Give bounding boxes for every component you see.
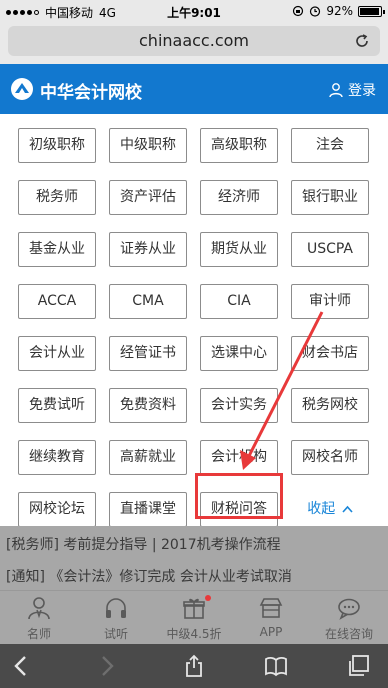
login-button[interactable]: 登录 <box>328 80 376 100</box>
tab-label: 中级4.5折 <box>166 627 222 641</box>
tab-label: 名师 <box>26 627 51 641</box>
logo-icon <box>11 78 33 100</box>
login-label: 登录 <box>348 83 376 99</box>
site-header: 中华会计网校 登录 <box>0 64 388 114</box>
news-item[interactable]: [税务师] 考前提分指导 | 2017机考操作流程 <box>6 534 281 554</box>
address-bar[interactable]: chinaacc.com <box>8 26 380 56</box>
tab-app[interactable]: APP <box>232 595 310 639</box>
bookmarks-icon[interactable] <box>264 654 288 678</box>
tab-label: 在线咨询 <box>324 627 373 641</box>
category-button[interactable]: 基金从业 <box>18 232 96 267</box>
category-button[interactable]: 直播课堂 <box>109 492 187 527</box>
collapse-label: 收起 <box>307 501 336 517</box>
category-button[interactable]: 资产评估 <box>109 180 187 215</box>
battery-icon <box>358 5 385 17</box>
collapse-button[interactable]: 收起 <box>291 492 369 527</box>
category-button[interactable]: 经管证书 <box>109 336 187 371</box>
tabs-icon[interactable] <box>346 654 370 678</box>
share-icon[interactable] <box>182 654 206 678</box>
browser-toolbar <box>0 644 388 688</box>
chat-icon <box>338 598 360 620</box>
category-button[interactable]: 网校名师 <box>291 440 369 475</box>
category-button[interactable]: 网校论坛 <box>18 492 96 527</box>
category-button[interactable]: 银行职业 <box>291 180 369 215</box>
news-section: [税务师] 考前提分指导 | 2017机考操作流程 [通知] 《会计法》修订完成… <box>0 526 388 590</box>
category-button[interactable]: 税务师 <box>18 180 96 215</box>
tab-label: APP <box>259 625 283 639</box>
news-item[interactable]: [通知] 《会计法》修订完成 会计从业考试取消 <box>6 566 292 586</box>
forward-icon[interactable] <box>94 654 118 678</box>
category-button[interactable]: 经济师 <box>200 180 278 215</box>
category-button[interactable]: 免费资料 <box>109 388 187 423</box>
status-right: 92% <box>292 4 385 18</box>
category-button[interactable]: 免费试听 <box>18 388 96 423</box>
teacher-icon <box>28 597 50 620</box>
category-grid: 初级职称 中级职称 高级职称 注会 税务师 资产评估 经济师 银行职业 基金从业… <box>18 128 370 527</box>
category-button[interactable]: 会计从业 <box>18 336 96 371</box>
category-button[interactable]: 中级职称 <box>109 128 187 163</box>
chevron-up-icon <box>342 505 353 513</box>
category-button[interactable]: 审计师 <box>291 284 369 319</box>
category-button[interactable]: CIA <box>200 284 278 319</box>
tab-teacher[interactable]: 名师 <box>0 595 78 642</box>
tab-discount[interactable]: 中级4.5折 <box>155 595 233 642</box>
battery-percent: 92% <box>326 4 353 18</box>
notification-dot <box>205 595 211 601</box>
tab-online-consult[interactable]: 在线咨询 <box>310 595 388 642</box>
annotation-highlight-box <box>195 473 283 519</box>
category-button[interactable]: 会计机构 <box>200 440 278 475</box>
category-button[interactable]: USCPA <box>291 232 369 267</box>
category-button[interactable]: 会计实务 <box>200 388 278 423</box>
category-button[interactable]: 初级职称 <box>18 128 96 163</box>
user-icon <box>329 83 343 98</box>
category-button[interactable]: 高薪就业 <box>109 440 187 475</box>
category-button[interactable]: ACCA <box>18 284 96 319</box>
back-icon[interactable] <box>10 654 34 678</box>
site-brand[interactable]: 中华会计网校 <box>40 78 142 103</box>
reload-icon[interactable] <box>354 26 370 59</box>
address-bar-area: chinaacc.com <box>0 22 388 64</box>
category-button[interactable]: 选课中心 <box>200 336 278 371</box>
category-grid-area: 初级职称 中级职称 高级职称 注会 税务师 资产评估 经济师 银行职业 基金从业… <box>0 114 388 527</box>
category-button[interactable]: 财会书店 <box>291 336 369 371</box>
alarm-icon <box>310 6 321 17</box>
headphones-icon <box>106 598 126 618</box>
category-button[interactable]: 继续教育 <box>18 440 96 475</box>
tab-label: 试听 <box>103 627 128 641</box>
category-button[interactable]: CMA <box>109 284 187 319</box>
category-button[interactable]: 税务网校 <box>291 388 369 423</box>
url-text: chinaacc.com <box>139 31 249 50</box>
lock-rotation-icon <box>293 5 304 17</box>
category-button[interactable]: 证券从业 <box>109 232 187 267</box>
store-icon <box>259 598 283 618</box>
category-button[interactable]: 注会 <box>291 128 369 163</box>
category-button[interactable]: 期货从业 <box>200 232 278 267</box>
tab-trial[interactable]: 试听 <box>77 595 155 642</box>
bottom-tab-bar: 名师 试听 中级4.5折 APP 在线咨询 <box>0 590 388 644</box>
status-bar: 中国移动 4G 上午9:01 92% <box>0 0 388 22</box>
category-button[interactable]: 高级职称 <box>200 128 278 163</box>
gift-icon <box>183 598 205 619</box>
